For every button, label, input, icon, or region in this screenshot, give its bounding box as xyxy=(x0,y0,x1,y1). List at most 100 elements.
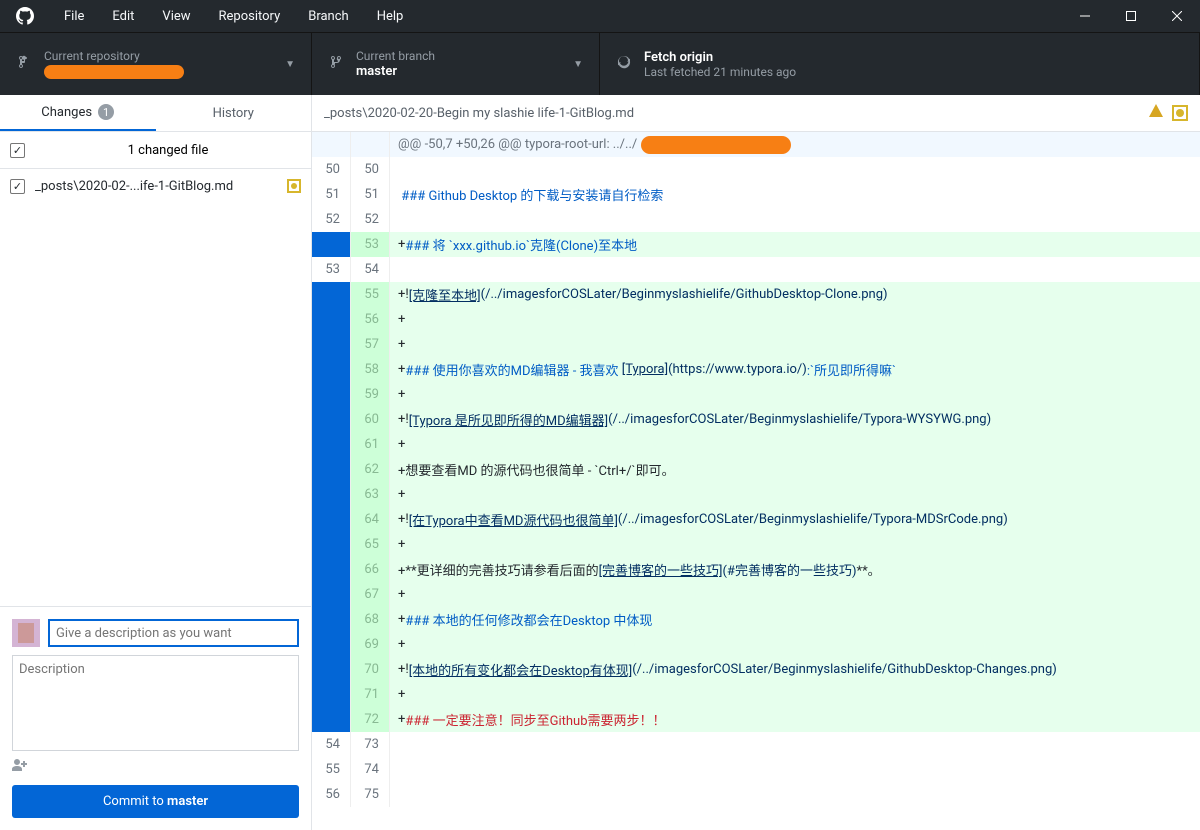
tab-changes[interactable]: Changes 1 xyxy=(0,95,156,131)
line-content: + xyxy=(390,382,1200,407)
line-content: + xyxy=(390,432,1200,457)
fetch-label: Fetch origin xyxy=(644,50,1183,65)
line-content: + xyxy=(390,532,1200,557)
repo-name-redacted xyxy=(44,65,184,79)
diff-line: 5574 xyxy=(312,757,1200,782)
commit-button-branch: master xyxy=(167,794,208,809)
line-content xyxy=(390,157,1200,182)
line-number-new: 54 xyxy=(351,257,390,282)
diff-line: 63+ xyxy=(312,482,1200,507)
line-content: +### 使用你喜欢的MD编辑器 - 我喜欢 [Typora](https://… xyxy=(390,357,1200,382)
chevron-down-icon: ▼ xyxy=(573,59,583,70)
diff-line: 70+![本地的所有变化都会在Desktop有体现](/../imagesfor… xyxy=(312,657,1200,682)
line-number-old xyxy=(312,307,351,332)
line-number-old: 52 xyxy=(312,207,351,232)
diff-body[interactable]: @@ -50,7 +50,26 @@ typora-root-url: ../.… xyxy=(312,132,1200,830)
diff-line: 5151 ### Github Desktop 的下载与安装请自行检索 xyxy=(312,182,1200,207)
tab-history[interactable]: History xyxy=(156,95,312,131)
diff-panel: _posts\2020-02-20-Begin my slashie life-… xyxy=(312,95,1200,830)
line-content: +![在Typora中查看MD源代码也很简单](/../imagesforCOS… xyxy=(390,507,1200,532)
add-coauthor-button[interactable] xyxy=(12,759,299,775)
diff-line: 72+### 一定要注意！同步至Github需要两步！！ xyxy=(312,707,1200,732)
diff-line: 5473 xyxy=(312,732,1200,757)
line-content xyxy=(390,207,1200,232)
line-number-old xyxy=(312,582,351,607)
minimize-button[interactable] xyxy=(1062,0,1108,32)
changed-file-row[interactable]: ✓ _posts\2020-02-...ife-1-GitBlog.md xyxy=(0,169,311,203)
menu-branch[interactable]: Branch xyxy=(294,0,362,32)
toolbar: Current repository ▼ Current branch mast… xyxy=(0,32,1200,95)
line-content: + xyxy=(390,332,1200,357)
chevron-down-icon: ▼ xyxy=(285,59,295,70)
diff-line: 53+### 将 `xxx.github.io`克隆(Clone)至本地 xyxy=(312,232,1200,257)
maximize-button[interactable] xyxy=(1108,0,1154,32)
menu-file[interactable]: File xyxy=(50,0,98,32)
commit-button[interactable]: Commit to master xyxy=(12,785,299,818)
line-number-old xyxy=(312,657,351,682)
file-checkbox[interactable]: ✓ xyxy=(10,179,25,194)
hunk-path-redacted xyxy=(641,136,791,154)
current-branch-selector[interactable]: Current branch master ▼ xyxy=(312,33,600,95)
github-logo-icon xyxy=(0,7,50,25)
line-number-old xyxy=(312,357,351,382)
line-number-new: 65 xyxy=(351,532,390,557)
app-menu: FileEditViewRepositoryBranchHelp xyxy=(50,0,1062,32)
line-number-old: 51 xyxy=(312,182,351,207)
line-number-new: 71 xyxy=(351,682,390,707)
changes-header: ✓ 1 changed file xyxy=(0,132,311,169)
line-number-new: 58 xyxy=(351,357,390,382)
changes-count-badge: 1 xyxy=(98,104,114,120)
line-number-new: 67 xyxy=(351,582,390,607)
modified-status-icon xyxy=(287,179,301,193)
diff-file-path: _posts\2020-02-20-Begin my slashie life-… xyxy=(324,106,1148,121)
warning-icon[interactable] xyxy=(1148,103,1164,123)
line-content: + xyxy=(390,482,1200,507)
line-content: + xyxy=(390,307,1200,332)
menu-edit[interactable]: Edit xyxy=(98,0,148,32)
diff-line: 57+ xyxy=(312,332,1200,357)
line-number-old xyxy=(312,707,351,732)
line-number-old: 56 xyxy=(312,782,351,807)
diff-line: 5675 xyxy=(312,782,1200,807)
line-number-old xyxy=(312,432,351,457)
menu-repository[interactable]: Repository xyxy=(205,0,295,32)
select-all-checkbox[interactable]: ✓ xyxy=(10,143,25,158)
line-number-new: 53 xyxy=(351,232,390,257)
line-content: +![克隆至本地](/../imagesforCOSLater/Beginmys… xyxy=(390,282,1200,307)
changed-files-count: 1 changed file xyxy=(35,143,301,158)
line-content: +想要查看MD 的源代码也很简单 - `Ctrl+/`即可。 xyxy=(390,457,1200,482)
commit-button-prefix: Commit to xyxy=(103,794,167,809)
diff-line: 55+![克隆至本地](/../imagesforCOSLater/Beginm… xyxy=(312,282,1200,307)
line-number-new: 66 xyxy=(351,557,390,582)
line-number-old xyxy=(312,332,351,357)
fetch-sub: Last fetched 21 minutes ago xyxy=(644,65,1183,79)
line-number-old xyxy=(312,632,351,657)
repo-icon xyxy=(16,54,32,74)
line-number-new: 69 xyxy=(351,632,390,657)
diff-line: 68+### 本地的任何修改都会在Desktop 中体现 xyxy=(312,607,1200,632)
changes-list: ✓ 1 changed file ✓ _posts\2020-02-...ife… xyxy=(0,132,311,606)
current-repository-selector[interactable]: Current repository ▼ xyxy=(0,33,312,95)
commit-panel: Commit to master xyxy=(0,606,311,830)
diff-line: 67+ xyxy=(312,582,1200,607)
diff-line: 59+ xyxy=(312,382,1200,407)
sidebar: Changes 1 History ✓ 1 changed file ✓ _po… xyxy=(0,95,312,830)
line-content: + xyxy=(390,682,1200,707)
hunk-text: @@ -50,7 +50,26 @@ typora-root-url: ../.… xyxy=(398,137,637,152)
diff-line: 61+ xyxy=(312,432,1200,457)
line-number-new: 74 xyxy=(351,757,390,782)
line-number-new: 61 xyxy=(351,432,390,457)
menu-view[interactable]: View xyxy=(148,0,204,32)
line-number-new: 57 xyxy=(351,332,390,357)
menu-help[interactable]: Help xyxy=(363,0,418,32)
line-content: + xyxy=(390,582,1200,607)
commit-summary-input[interactable] xyxy=(48,619,299,647)
window-controls xyxy=(1062,0,1200,32)
line-content: +![本地的所有变化都会在Desktop有体现](/../imagesforCO… xyxy=(390,657,1200,682)
diff-line: 5252 xyxy=(312,207,1200,232)
close-button[interactable] xyxy=(1154,0,1200,32)
line-number-old xyxy=(312,607,351,632)
commit-description-input[interactable] xyxy=(12,655,299,751)
fetch-origin-button[interactable]: Fetch origin Last fetched 21 minutes ago xyxy=(600,33,1200,95)
file-name: _posts\2020-02-...ife-1-GitBlog.md xyxy=(35,179,287,194)
